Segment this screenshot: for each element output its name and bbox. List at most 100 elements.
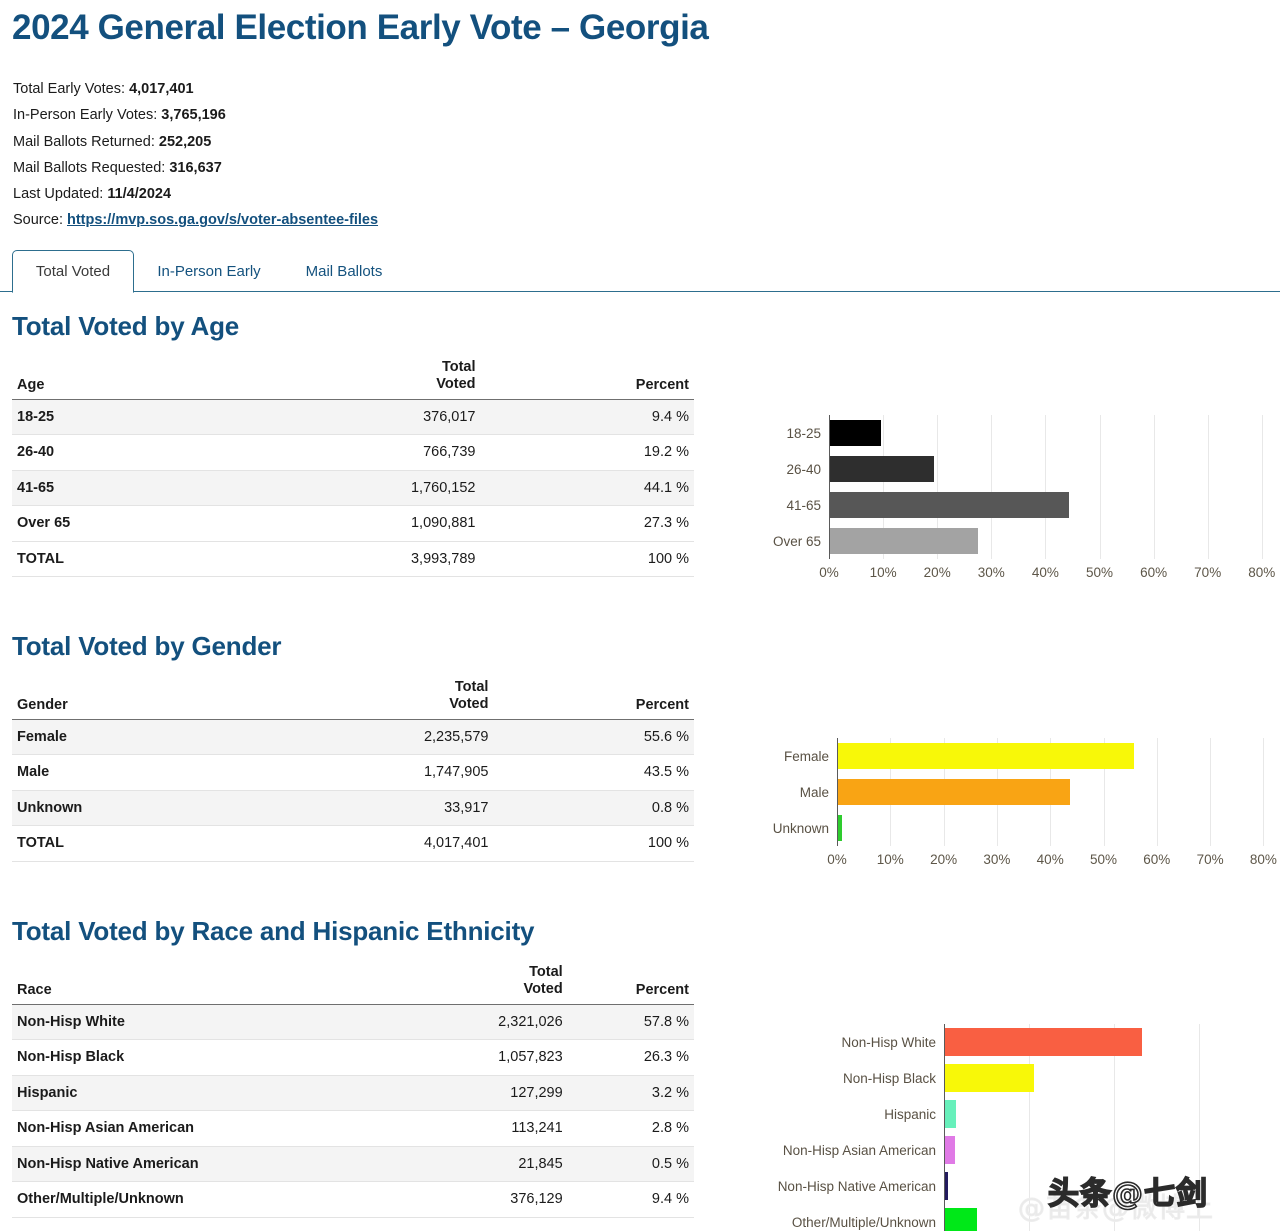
chart-gridline — [1154, 415, 1155, 559]
total-voted: 4,017,401 — [254, 826, 493, 862]
summary-label: Mail Ballots Returned: — [13, 134, 159, 150]
chart-x-tick-label: 20% — [918, 852, 970, 867]
chart-gridline — [1262, 415, 1263, 559]
table-row: Female2,235,57955.6 % — [12, 719, 694, 755]
chart-x-tick-label: 10% — [864, 852, 916, 867]
row-label: Non-Hisp Native American — [12, 1146, 417, 1182]
chart-gridline — [1157, 738, 1158, 846]
row-total-voted: 1,090,881 — [226, 506, 481, 542]
chart-x-tick-label: 20% — [911, 565, 963, 580]
page-title: 2024 General Election Early Vote – Georg… — [12, 8, 708, 48]
tab-in-person-early[interactable]: In-Person Early — [135, 250, 283, 292]
column-header-percent: Percent — [493, 675, 694, 719]
row-total-voted: 376,017 — [226, 399, 481, 435]
chart-x-tick-label: 70% — [1182, 565, 1234, 580]
table-row: Non-Hisp White2,321,02657.8 % — [12, 1004, 694, 1040]
row-total-voted: 1,057,823 — [417, 1040, 568, 1076]
total-label: TOTAL — [12, 541, 226, 577]
chart-gridline — [991, 415, 992, 559]
column-header-total: Total — [254, 679, 488, 696]
tab-mail-ballots[interactable]: Mail Ballots — [284, 250, 404, 292]
table-row: Non-Hisp Black1,057,82326.3 % — [12, 1040, 694, 1076]
row-percent: 26.3 % — [568, 1040, 694, 1076]
row-percent: 27.3 % — [481, 506, 695, 542]
chart-x-tick-label: 40% — [1019, 565, 1071, 580]
table-row: 26-40766,73919.2 % — [12, 435, 694, 471]
table-total-row: TOTAL4,017,401100 % — [12, 826, 694, 862]
chart-x-tick-label: 40% — [1024, 852, 1076, 867]
chart-category-label: Non-Hisp White — [760, 1033, 936, 1051]
chart-x-tick-label: 50% — [1074, 565, 1126, 580]
table-gender: GenderTotalVotedPercentFemale2,235,57955… — [12, 675, 694, 862]
row-label: Other/Multiple/Unknown — [12, 1182, 417, 1218]
summary-label: Mail Ballots Requested: — [13, 160, 169, 176]
chart-category-label: 41-65 — [760, 496, 821, 514]
section-title-gender: Total Voted by Gender — [12, 631, 281, 662]
chart-gridline — [1100, 415, 1101, 559]
row-total-voted: 127,299 — [417, 1075, 568, 1111]
total-voted: 3,993,789 — [226, 541, 481, 577]
total-label: TOTAL — [12, 826, 254, 862]
row-label: Unknown — [12, 790, 254, 826]
row-total-voted: 2,235,579 — [254, 719, 493, 755]
chart-x-tick-label: 80% — [1236, 565, 1280, 580]
chart-category-label: Unknown — [760, 819, 829, 837]
chart-bar — [830, 528, 978, 554]
chart-bar — [945, 1028, 1142, 1056]
chart-bar — [945, 1208, 977, 1231]
table-header-row: AgeTotalVotedPercent — [12, 355, 694, 399]
chart-race: Non-Hisp WhiteNon-Hisp BlackHispanicNon-… — [760, 1018, 1280, 1231]
summary-value: 3,765,196 — [161, 107, 226, 123]
tab-label: Total Voted — [36, 263, 110, 280]
chart-x-tick-label: 30% — [965, 565, 1017, 580]
chart-bar — [830, 456, 934, 482]
row-label: Over 65 — [12, 506, 226, 542]
column-header-total: Total — [417, 964, 563, 981]
chart-x-tick-label: 50% — [1078, 852, 1130, 867]
column-header-percent: Percent — [481, 355, 695, 399]
row-total-voted: 21,845 — [417, 1146, 568, 1182]
chart-x-tick-label: 80% — [1237, 852, 1280, 867]
summary-line: Mail Ballots Requested: 316,637 — [13, 155, 378, 181]
row-percent: 57.8 % — [568, 1004, 694, 1040]
column-header-race: Race — [12, 960, 417, 1004]
chart-bar — [945, 1064, 1034, 1092]
table-header-row: RaceTotalVotedPercent — [12, 960, 694, 1004]
row-label: Non-Hisp White — [12, 1004, 417, 1040]
table-row: Hispanic127,2993.2 % — [12, 1075, 694, 1111]
source-link[interactable]: https://mvp.sos.ga.gov/s/voter-absentee-… — [67, 212, 378, 228]
row-percent: 0.5 % — [568, 1146, 694, 1182]
summary-line: Last Updated: 11/4/2024 — [13, 181, 378, 207]
chart-x-tick-label: 60% — [1131, 852, 1183, 867]
row-percent: 44.1 % — [481, 470, 695, 506]
chart-x-tick-label: 30% — [971, 852, 1023, 867]
tab-label: Mail Ballots — [306, 263, 383, 280]
chart-gridline — [1199, 1024, 1200, 1231]
row-label: Hispanic — [12, 1075, 417, 1111]
summary-value: 316,637 — [169, 160, 221, 176]
table-row: 41-651,760,15244.1 % — [12, 470, 694, 506]
column-header-total-voted: TotalVoted — [417, 960, 568, 1004]
chart-bar — [838, 743, 1134, 769]
chart-gridline — [1263, 738, 1264, 846]
row-label: 41-65 — [12, 470, 226, 506]
table-row: Non-Hisp Asian American113,2412.8 % — [12, 1111, 694, 1147]
chart-bar — [838, 815, 842, 841]
summary-label: In-Person Early Votes: — [13, 107, 161, 123]
row-total-voted: 113,241 — [417, 1111, 568, 1147]
row-total-voted: 1,760,152 — [226, 470, 481, 506]
tab-total-voted[interactable]: Total Voted — [12, 250, 134, 293]
row-label: 26-40 — [12, 435, 226, 471]
tab-label: In-Person Early — [157, 263, 260, 280]
row-label: 18-25 — [12, 399, 226, 435]
chart-category-label: Over 65 — [760, 532, 821, 550]
column-header-voted: Voted — [226, 376, 476, 393]
chart-category-label: Hispanic — [760, 1105, 936, 1123]
row-percent: 55.6 % — [493, 719, 694, 755]
table-row: 18-25376,0179.4 % — [12, 399, 694, 435]
chart-gridline — [1208, 415, 1209, 559]
chart-bar — [945, 1172, 948, 1200]
chart-category-label: Other/Multiple/Unknown — [760, 1213, 936, 1231]
table-race: RaceTotalVotedPercentNon-Hisp White2,321… — [12, 960, 694, 1218]
summary-line: Total Early Votes: 4,017,401 — [13, 76, 378, 102]
